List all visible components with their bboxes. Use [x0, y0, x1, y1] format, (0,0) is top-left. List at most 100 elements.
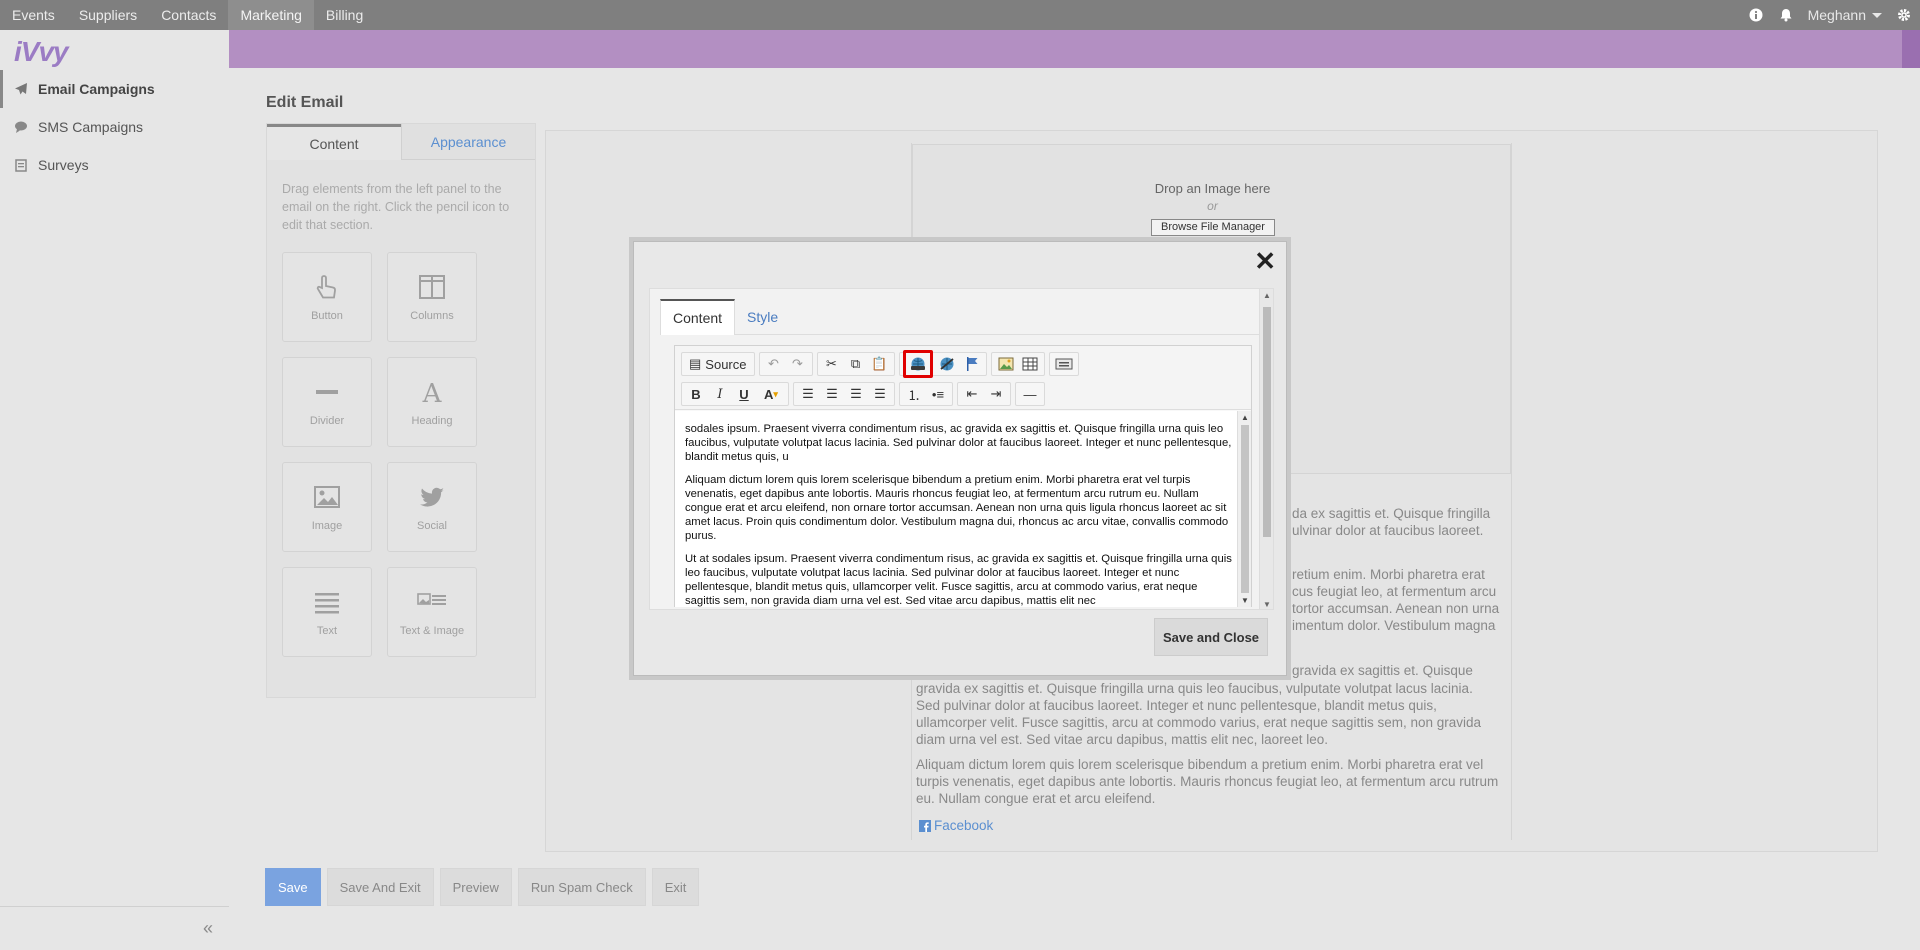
- browse-file-manager-button[interactable]: Browse File Manager: [1151, 219, 1275, 236]
- pointer-hand-icon: [316, 275, 336, 299]
- sidebar-collapse-button[interactable]: «: [0, 906, 229, 950]
- element-columns[interactable]: Columns: [387, 252, 477, 342]
- nav-suppliers[interactable]: Suppliers: [67, 0, 149, 30]
- document-icon: ▤: [689, 356, 702, 371]
- sidebar-item-label: Surveys: [38, 157, 89, 173]
- chevron-down-icon: [1872, 12, 1882, 18]
- link-icon[interactable]: [902, 350, 933, 378]
- sidebar-item-label: SMS Campaigns: [38, 119, 144, 135]
- save-and-close-button[interactable]: Save and Close: [1154, 618, 1268, 656]
- sidebar-item-sms-campaigns[interactable]: SMS Campaigns: [0, 108, 229, 146]
- editor-scroll-thumb[interactable]: [1241, 425, 1249, 593]
- element-social[interactable]: Social: [387, 462, 477, 552]
- save-button[interactable]: Save: [265, 868, 321, 906]
- nav-events[interactable]: Events: [0, 0, 67, 30]
- underline-icon[interactable]: U: [733, 384, 755, 404]
- top-navigation-bar: Events Suppliers Contacts Marketing Bill…: [0, 0, 1920, 30]
- action-bar: Save Save And Exit Preview Run Spam Chec…: [265, 868, 700, 906]
- image-icon[interactable]: [995, 354, 1017, 374]
- facebook-link[interactable]: Facebook: [919, 818, 993, 833]
- email-paragraph: Aliquam dictum lorem quis lorem sceleris…: [916, 757, 1499, 806]
- element-label: Text & Image: [399, 625, 465, 637]
- redo-icon[interactable]: ↷: [787, 354, 809, 374]
- tab-content[interactable]: Content: [267, 124, 401, 160]
- preview-button[interactable]: Preview: [439, 868, 512, 906]
- ivvy-logo[interactable]: iVvy: [14, 36, 69, 68]
- email-paragraph: gravida ex sagittis et. Quisque fringill…: [916, 681, 1482, 747]
- unlink-icon[interactable]: [936, 354, 958, 374]
- text-color-icon[interactable]: A ▾: [757, 384, 785, 404]
- modal-content-scroll: Content Style ▤ Source ↶ ↷ ✂ ⧉ 📋 B I U A…: [649, 288, 1274, 610]
- run-spam-check-button[interactable]: Run Spam Check: [517, 868, 646, 906]
- anchor-flag-icon[interactable]: [961, 354, 983, 374]
- bulleted-list-icon[interactable]: •≡: [927, 384, 949, 404]
- scroll-up-icon[interactable]: ▲: [1263, 291, 1271, 300]
- horizontal-rule-icon[interactable]: —: [1019, 384, 1041, 404]
- scroll-down-icon[interactable]: ▼: [1241, 596, 1249, 605]
- twitter-bird-icon: [420, 487, 444, 507]
- user-menu[interactable]: Meghann: [1808, 7, 1882, 23]
- table-icon[interactable]: [1019, 354, 1041, 374]
- element-text-and-image[interactable]: Text & Image: [387, 567, 477, 657]
- sidebar-item-email-campaigns[interactable]: Email Campaigns: [0, 70, 229, 108]
- bold-icon[interactable]: B: [685, 384, 707, 404]
- nav-contacts[interactable]: Contacts: [149, 0, 228, 30]
- sidebar-menu: Email Campaigns SMS Campaigns Surveys: [0, 70, 229, 184]
- nav-billing[interactable]: Billing: [314, 0, 375, 30]
- italic-icon[interactable]: I: [709, 384, 731, 404]
- element-label: Divider: [309, 415, 345, 427]
- modal-scroll-thumb[interactable]: [1263, 307, 1271, 537]
- user-name: Meghann: [1807, 7, 1866, 23]
- email-paragraph: da ex sagittis et. Quisque fringilla ulv…: [1292, 506, 1491, 538]
- align-justify-icon[interactable]: ☰: [869, 384, 891, 404]
- tab-style[interactable]: Style: [735, 299, 790, 335]
- copy-icon[interactable]: ⧉: [845, 354, 867, 374]
- scroll-up-icon[interactable]: ▲: [1241, 413, 1249, 422]
- scroll-down-icon[interactable]: ▼: [1263, 600, 1271, 609]
- indent-icon[interactable]: ⇥: [985, 384, 1007, 404]
- tab-content[interactable]: Content: [660, 299, 736, 335]
- undo-icon[interactable]: ↶: [763, 354, 785, 374]
- element-label: Image: [311, 520, 343, 532]
- editor-paragraph: sodales ipsum. Praesent viverra condimen…: [685, 423, 1232, 463]
- editor-text-area[interactable]: sodales ipsum. Praesent viverra condimen…: [675, 411, 1251, 607]
- align-right-icon[interactable]: ☰: [845, 384, 867, 404]
- outdent-icon[interactable]: ⇤: [961, 384, 983, 404]
- element-text[interactable]: Text: [282, 567, 372, 657]
- close-icon[interactable]: ✕: [1254, 248, 1276, 274]
- text-image-icon: [417, 593, 446, 605]
- info-icon[interactable]: [1748, 7, 1764, 23]
- cut-icon[interactable]: ✂: [821, 354, 843, 374]
- drop-or-text: or: [1207, 199, 1218, 213]
- save-and-exit-button[interactable]: Save And Exit: [326, 868, 434, 906]
- banner-edge: [1902, 30, 1920, 68]
- element-button[interactable]: Button: [282, 252, 372, 342]
- exit-button[interactable]: Exit: [651, 868, 700, 906]
- align-center-icon[interactable]: ☰: [821, 384, 843, 404]
- tab-appearance[interactable]: Appearance: [401, 124, 535, 160]
- element-divider[interactable]: Divider: [282, 357, 372, 447]
- paste-icon[interactable]: 📋: [869, 354, 891, 374]
- sidebar-item-surveys[interactable]: Surveys: [0, 146, 229, 184]
- gear-icon[interactable]: [1896, 7, 1912, 23]
- bell-icon[interactable]: [1778, 7, 1794, 23]
- svg-text:A: A: [422, 379, 443, 407]
- source-label: Source: [705, 356, 747, 372]
- clipboard-icon: [15, 159, 27, 172]
- element-heading[interactable]: A Heading: [387, 357, 477, 447]
- panel-help-text: Drag elements from the left panel to the…: [282, 182, 510, 232]
- element-label: Columns: [410, 310, 454, 322]
- source-button[interactable]: ▤ Source: [685, 354, 751, 374]
- double-chevron-left-icon: «: [202, 918, 213, 938]
- element-image[interactable]: Image: [282, 462, 372, 552]
- editor-scrollbar[interactable]: ▲ ▼: [1237, 411, 1251, 607]
- align-left-icon[interactable]: ☰: [797, 384, 819, 404]
- nav-marketing[interactable]: Marketing: [228, 0, 314, 30]
- special-character-icon[interactable]: [1053, 354, 1075, 374]
- modal-scrollbar[interactable]: ▲ ▼: [1259, 289, 1273, 609]
- numbered-list-icon[interactable]: ⒈: [903, 384, 925, 404]
- sidebar: iVvy Email Campaigns SMS Campaigns Surve…: [0, 30, 229, 950]
- text-lines-icon: [315, 593, 339, 614]
- main-nav: Events Suppliers Contacts Marketing Bill…: [0, 0, 375, 30]
- image-icon: [314, 486, 340, 508]
